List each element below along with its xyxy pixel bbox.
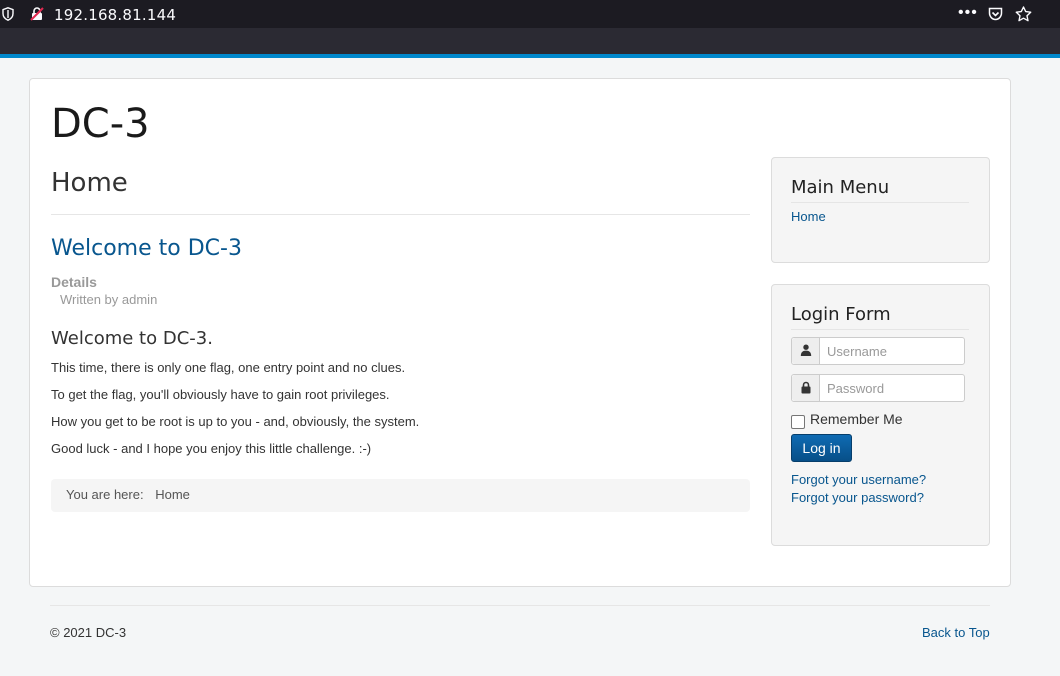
forgot-username-link[interactable]: Forgot your username? [791,472,926,487]
browser-url-bar: 192.168.81.144 ••• [0,0,1060,28]
breadcrumb: You are here: Home [51,479,750,512]
page-header-divider [51,214,750,215]
insecure-lock-icon[interactable] [30,7,44,21]
page-title: Home [51,168,128,198]
main-menu-module: Main Menu Home [771,157,990,263]
site-brand[interactable]: DC-3 [51,101,150,147]
article-title-link[interactable]: Welcome to DC-3 [51,236,242,261]
article-author: Written by admin [60,292,158,307]
forgot-password-link[interactable]: Forgot your password? [791,490,924,505]
user-icon-addon [792,338,820,364]
lock-icon [801,381,811,394]
article-subheading: Welcome to DC-3. [51,328,213,349]
page-container: DC-3 Home Welcome to DC-3 Details Writte… [29,78,1011,587]
article-paragraph: To get the flag, you'll obviously have t… [51,387,390,402]
breadcrumb-current: Home [155,487,190,502]
breadcrumb-prefix: You are here: [66,487,144,502]
browser-toolbar [0,28,1060,54]
remember-me-label[interactable]: Remember Me [810,411,903,427]
username-input[interactable] [821,338,963,364]
footer-copyright: © 2021 DC-3 [50,625,127,640]
pocket-icon[interactable] [988,7,1003,21]
module-divider [791,202,969,203]
url-text[interactable]: 192.168.81.144 [54,6,176,24]
password-field-group [791,374,965,402]
username-field-group [791,337,965,365]
lock-icon-addon [792,375,820,401]
remember-me-checkbox[interactable] [791,415,805,429]
login-button[interactable]: Log in [791,434,852,462]
password-input[interactable] [821,375,963,401]
login-form-title: Login Form [791,304,891,325]
back-to-top-link[interactable]: Back to Top [922,625,990,640]
article-details-label: Details [51,274,97,290]
star-icon[interactable] [1015,6,1032,22]
user-icon [800,344,812,356]
article-paragraph: Good luck - and I hope you enjoy this li… [51,441,372,456]
article-paragraph: How you get to be root is up to you - an… [51,414,420,429]
article-paragraph: This time, there is only one flag, one e… [51,360,406,375]
main-menu-title: Main Menu [791,177,890,198]
footer-divider [50,605,990,606]
shield-icon[interactable] [2,7,14,21]
login-form-module: Login Form Remember Me Log [771,284,990,546]
menu-item-home[interactable]: Home [791,209,826,224]
header-accent-bar [0,54,1060,58]
module-divider [791,329,969,330]
page-actions-menu-icon[interactable]: ••• [958,4,978,22]
